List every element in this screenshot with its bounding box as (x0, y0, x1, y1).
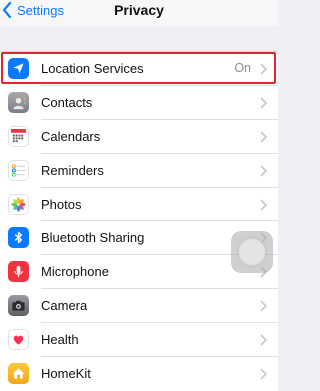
privacy-list: Location Services On Contacts Calendars … (0, 51, 278, 391)
chevron-right-icon (260, 198, 267, 211)
calendar-icon (8, 125, 29, 147)
microphone-icon (8, 261, 29, 283)
navigation-bar: Settings Privacy (0, 0, 278, 26)
row-label: HomeKit (41, 366, 91, 382)
row-label: Camera (41, 298, 88, 314)
row-calendars[interactable]: Calendars (0, 120, 278, 154)
location-arrow-icon (8, 58, 29, 79)
row-label: Bluetooth Sharing (41, 230, 145, 246)
chevron-right-icon (260, 131, 267, 143)
row-contacts[interactable]: Contacts (0, 86, 278, 120)
row-label: Photos (41, 196, 82, 212)
chevron-right-icon (260, 63, 267, 75)
chevron-right-icon (260, 300, 267, 312)
row-label: Location Services (41, 61, 144, 76)
row-camera[interactable]: Camera (0, 289, 278, 324)
chevron-right-icon (260, 97, 267, 109)
row-value: On (234, 61, 251, 75)
photos-icon (8, 193, 29, 215)
chevron-right-icon (260, 368, 267, 380)
row-photos[interactable]: Photos (0, 188, 278, 222)
assistive-touch-button[interactable] (231, 231, 273, 273)
chevron-right-icon (260, 165, 267, 177)
row-reminders[interactable]: Reminders (0, 154, 278, 188)
row-label: Contacts (41, 94, 93, 110)
bluetooth-icon (8, 227, 29, 249)
reminders-icon (8, 159, 29, 181)
health-heart-icon (8, 329, 29, 351)
contacts-icon (8, 91, 29, 113)
chevron-right-icon (260, 334, 267, 346)
row-label: Health (41, 332, 79, 348)
row-location-services[interactable]: Location Services On (0, 52, 278, 86)
row-label: Calendars (41, 128, 101, 144)
homekit-house-icon (8, 363, 29, 385)
camera-icon (8, 295, 29, 317)
row-health[interactable]: Health (0, 323, 278, 358)
page-title: Privacy (114, 2, 164, 18)
row-label: Microphone (41, 264, 109, 280)
row-label: Reminders (41, 162, 104, 178)
